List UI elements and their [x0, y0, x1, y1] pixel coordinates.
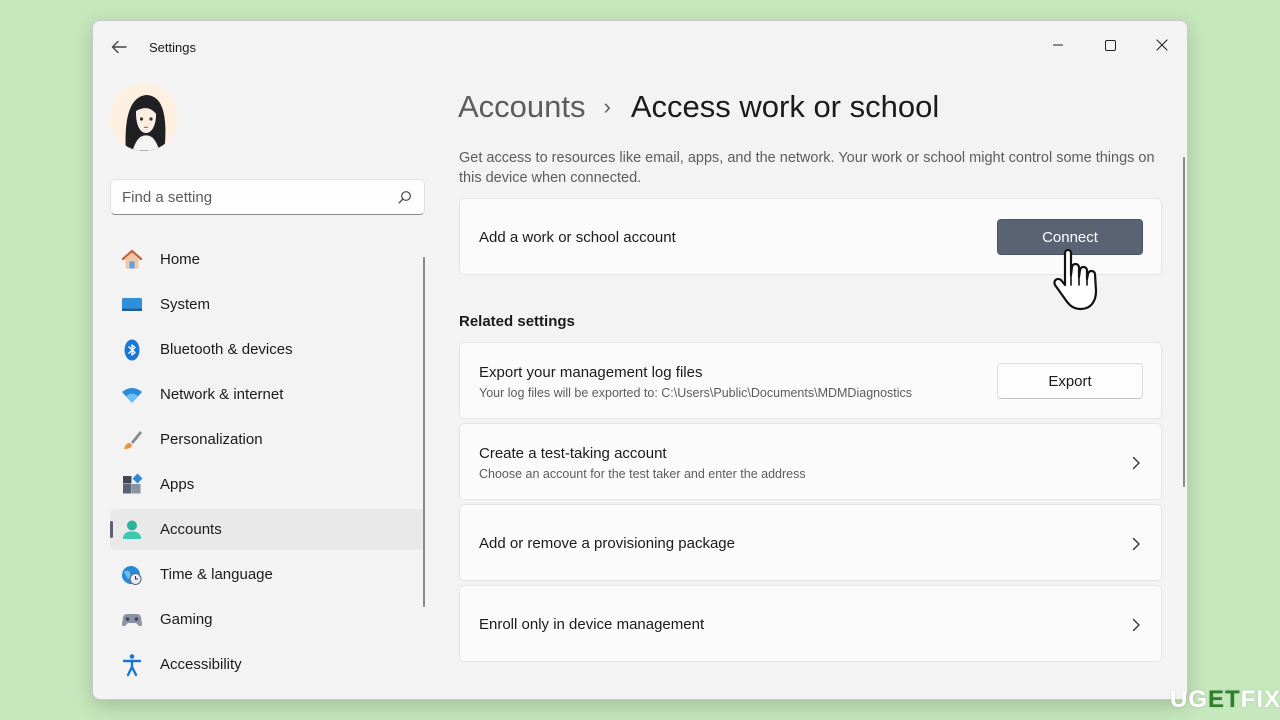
maximize-button[interactable]: [1087, 29, 1133, 61]
watermark-logo: UGETFIX: [1170, 686, 1280, 713]
home-icon: [120, 248, 144, 272]
sidebar-item-accessibility[interactable]: Accessibility: [110, 644, 425, 685]
sidebar-item-network[interactable]: Network & internet: [110, 374, 425, 415]
content-scrollbar[interactable]: [1183, 157, 1185, 487]
sidebar-item-system[interactable]: System: [110, 284, 425, 325]
provisioning-package-card[interactable]: Add or remove a provisioning package: [459, 504, 1162, 581]
export-logs-subtitle: Your log files will be exported to: C:\U…: [479, 386, 913, 400]
close-button[interactable]: [1139, 29, 1185, 61]
accessibility-icon: [120, 653, 144, 677]
bluetooth-icon: [120, 338, 144, 362]
gamepad-icon: [120, 608, 144, 632]
sidebar-item-label: Accessibility: [160, 656, 242, 673]
sidebar-item-time-language[interactable]: Time & language: [110, 554, 425, 595]
enroll-device-management-card[interactable]: Enroll only in device management: [459, 585, 1162, 662]
breadcrumb-parent-link[interactable]: Accounts: [458, 89, 586, 125]
sidebar-item-accounts[interactable]: Accounts: [110, 509, 425, 550]
wifi-icon: [120, 383, 144, 407]
test-taking-account-card[interactable]: Create a test-taking account Choose an a…: [459, 423, 1162, 500]
back-button[interactable]: [107, 37, 131, 57]
sidebar-nav: Home System Bluetooth & devices Network …: [110, 239, 425, 689]
chevron-right-icon: [1132, 618, 1140, 632]
sidebar-item-home[interactable]: Home: [110, 239, 425, 280]
page-description: Get access to resources like email, apps…: [459, 150, 1155, 186]
maximize-icon: [1105, 40, 1116, 51]
test-taking-subtitle: Choose an account for the test taker and…: [479, 467, 806, 481]
sidebar-item-label: Apps: [160, 476, 195, 493]
avatar-illustration-icon: [110, 83, 178, 151]
close-icon: [1156, 39, 1168, 51]
export-logs-card: Export your management log files Your lo…: [459, 342, 1162, 419]
sidebar-scrollbar[interactable]: [423, 257, 425, 607]
sidebar-item-gaming[interactable]: Gaming: [110, 599, 425, 640]
related-settings-heading: Related settings: [459, 313, 575, 330]
chevron-right-icon: [1132, 456, 1140, 470]
search-icon[interactable]: [398, 190, 412, 204]
user-avatar[interactable]: [110, 83, 178, 151]
accounts-icon: [120, 518, 144, 542]
title-bar: Settings: [93, 21, 1187, 73]
sidebar-item-label: System: [160, 296, 211, 313]
page-title: Access work or school: [630, 89, 940, 124]
minimize-icon: [1053, 44, 1063, 46]
breadcrumb: Accounts › Access work or school: [458, 85, 939, 129]
enroll-title: Enroll only in device management: [479, 616, 705, 633]
app-title: Settings: [149, 40, 196, 55]
settings-window: Settings Find a setting Home System Blue…: [92, 20, 1188, 700]
chevron-right-icon: [1132, 537, 1140, 551]
provisioning-title: Add or remove a provisioning package: [479, 535, 735, 552]
sidebar-item-personalization[interactable]: Personalization: [110, 419, 425, 460]
hand-cursor-icon: [1053, 248, 1098, 311]
add-account-title: Add a work or school account: [479, 229, 676, 246]
back-arrow-icon: [111, 40, 127, 54]
sidebar-item-label: Accounts: [160, 521, 222, 538]
minimize-button[interactable]: [1035, 29, 1081, 61]
brush-icon: [120, 428, 144, 452]
system-icon: [120, 293, 144, 317]
export-logs-title: Export your management log files: [479, 364, 703, 381]
search-box: [110, 179, 425, 215]
sidebar-item-label: Bluetooth & devices: [160, 341, 293, 358]
export-button[interactable]: Export: [997, 363, 1143, 399]
sidebar-item-bluetooth[interactable]: Bluetooth & devices: [110, 329, 425, 370]
sidebar-item-apps[interactable]: Apps: [110, 464, 425, 505]
sidebar-item-label: Home: [160, 251, 201, 268]
globe-clock-icon: [120, 563, 144, 587]
sidebar-item-label: Personalization: [160, 431, 263, 448]
sidebar-item-label: Time & language: [160, 566, 273, 583]
sidebar-item-label: Network & internet: [160, 386, 284, 403]
apps-icon: [120, 473, 144, 497]
breadcrumb-separator: ›: [603, 94, 611, 119]
search-input[interactable]: [112, 181, 382, 213]
sidebar-item-label: Gaming: [160, 611, 213, 628]
test-taking-title: Create a test-taking account: [479, 445, 667, 462]
